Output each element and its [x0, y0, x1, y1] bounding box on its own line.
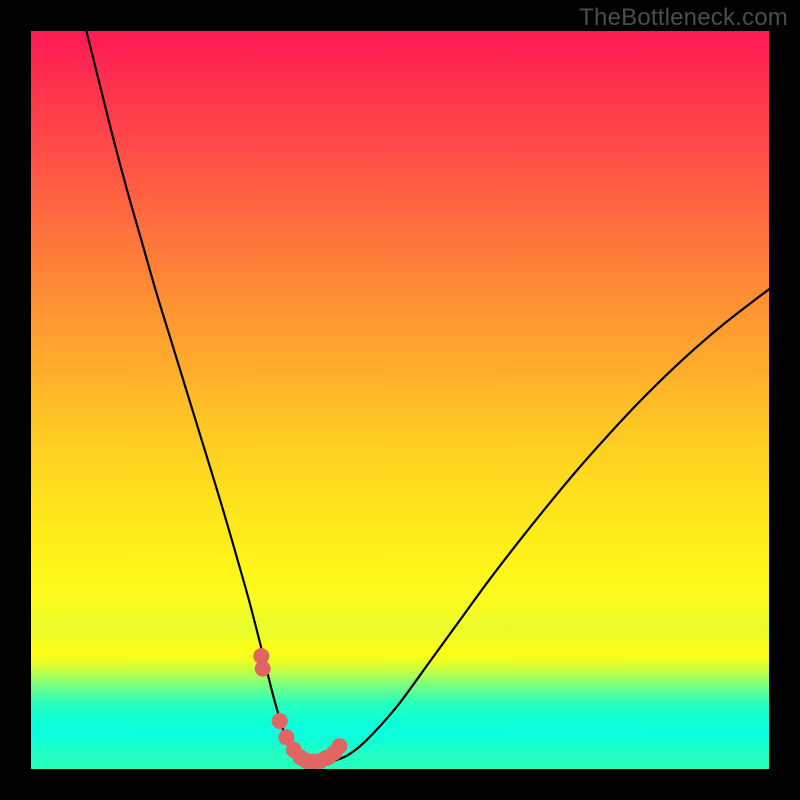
- bottleneck-curve: [86, 31, 769, 763]
- curve-layer: [31, 31, 769, 769]
- highlight-dot: [255, 661, 271, 677]
- chart-frame: TheBottleneck.com: [0, 0, 800, 800]
- plot-area: [31, 31, 769, 769]
- highlight-dot: [331, 738, 347, 754]
- highlight-dot: [272, 713, 288, 729]
- highlight-dots: [253, 648, 347, 769]
- watermark-text: TheBottleneck.com: [579, 4, 788, 32]
